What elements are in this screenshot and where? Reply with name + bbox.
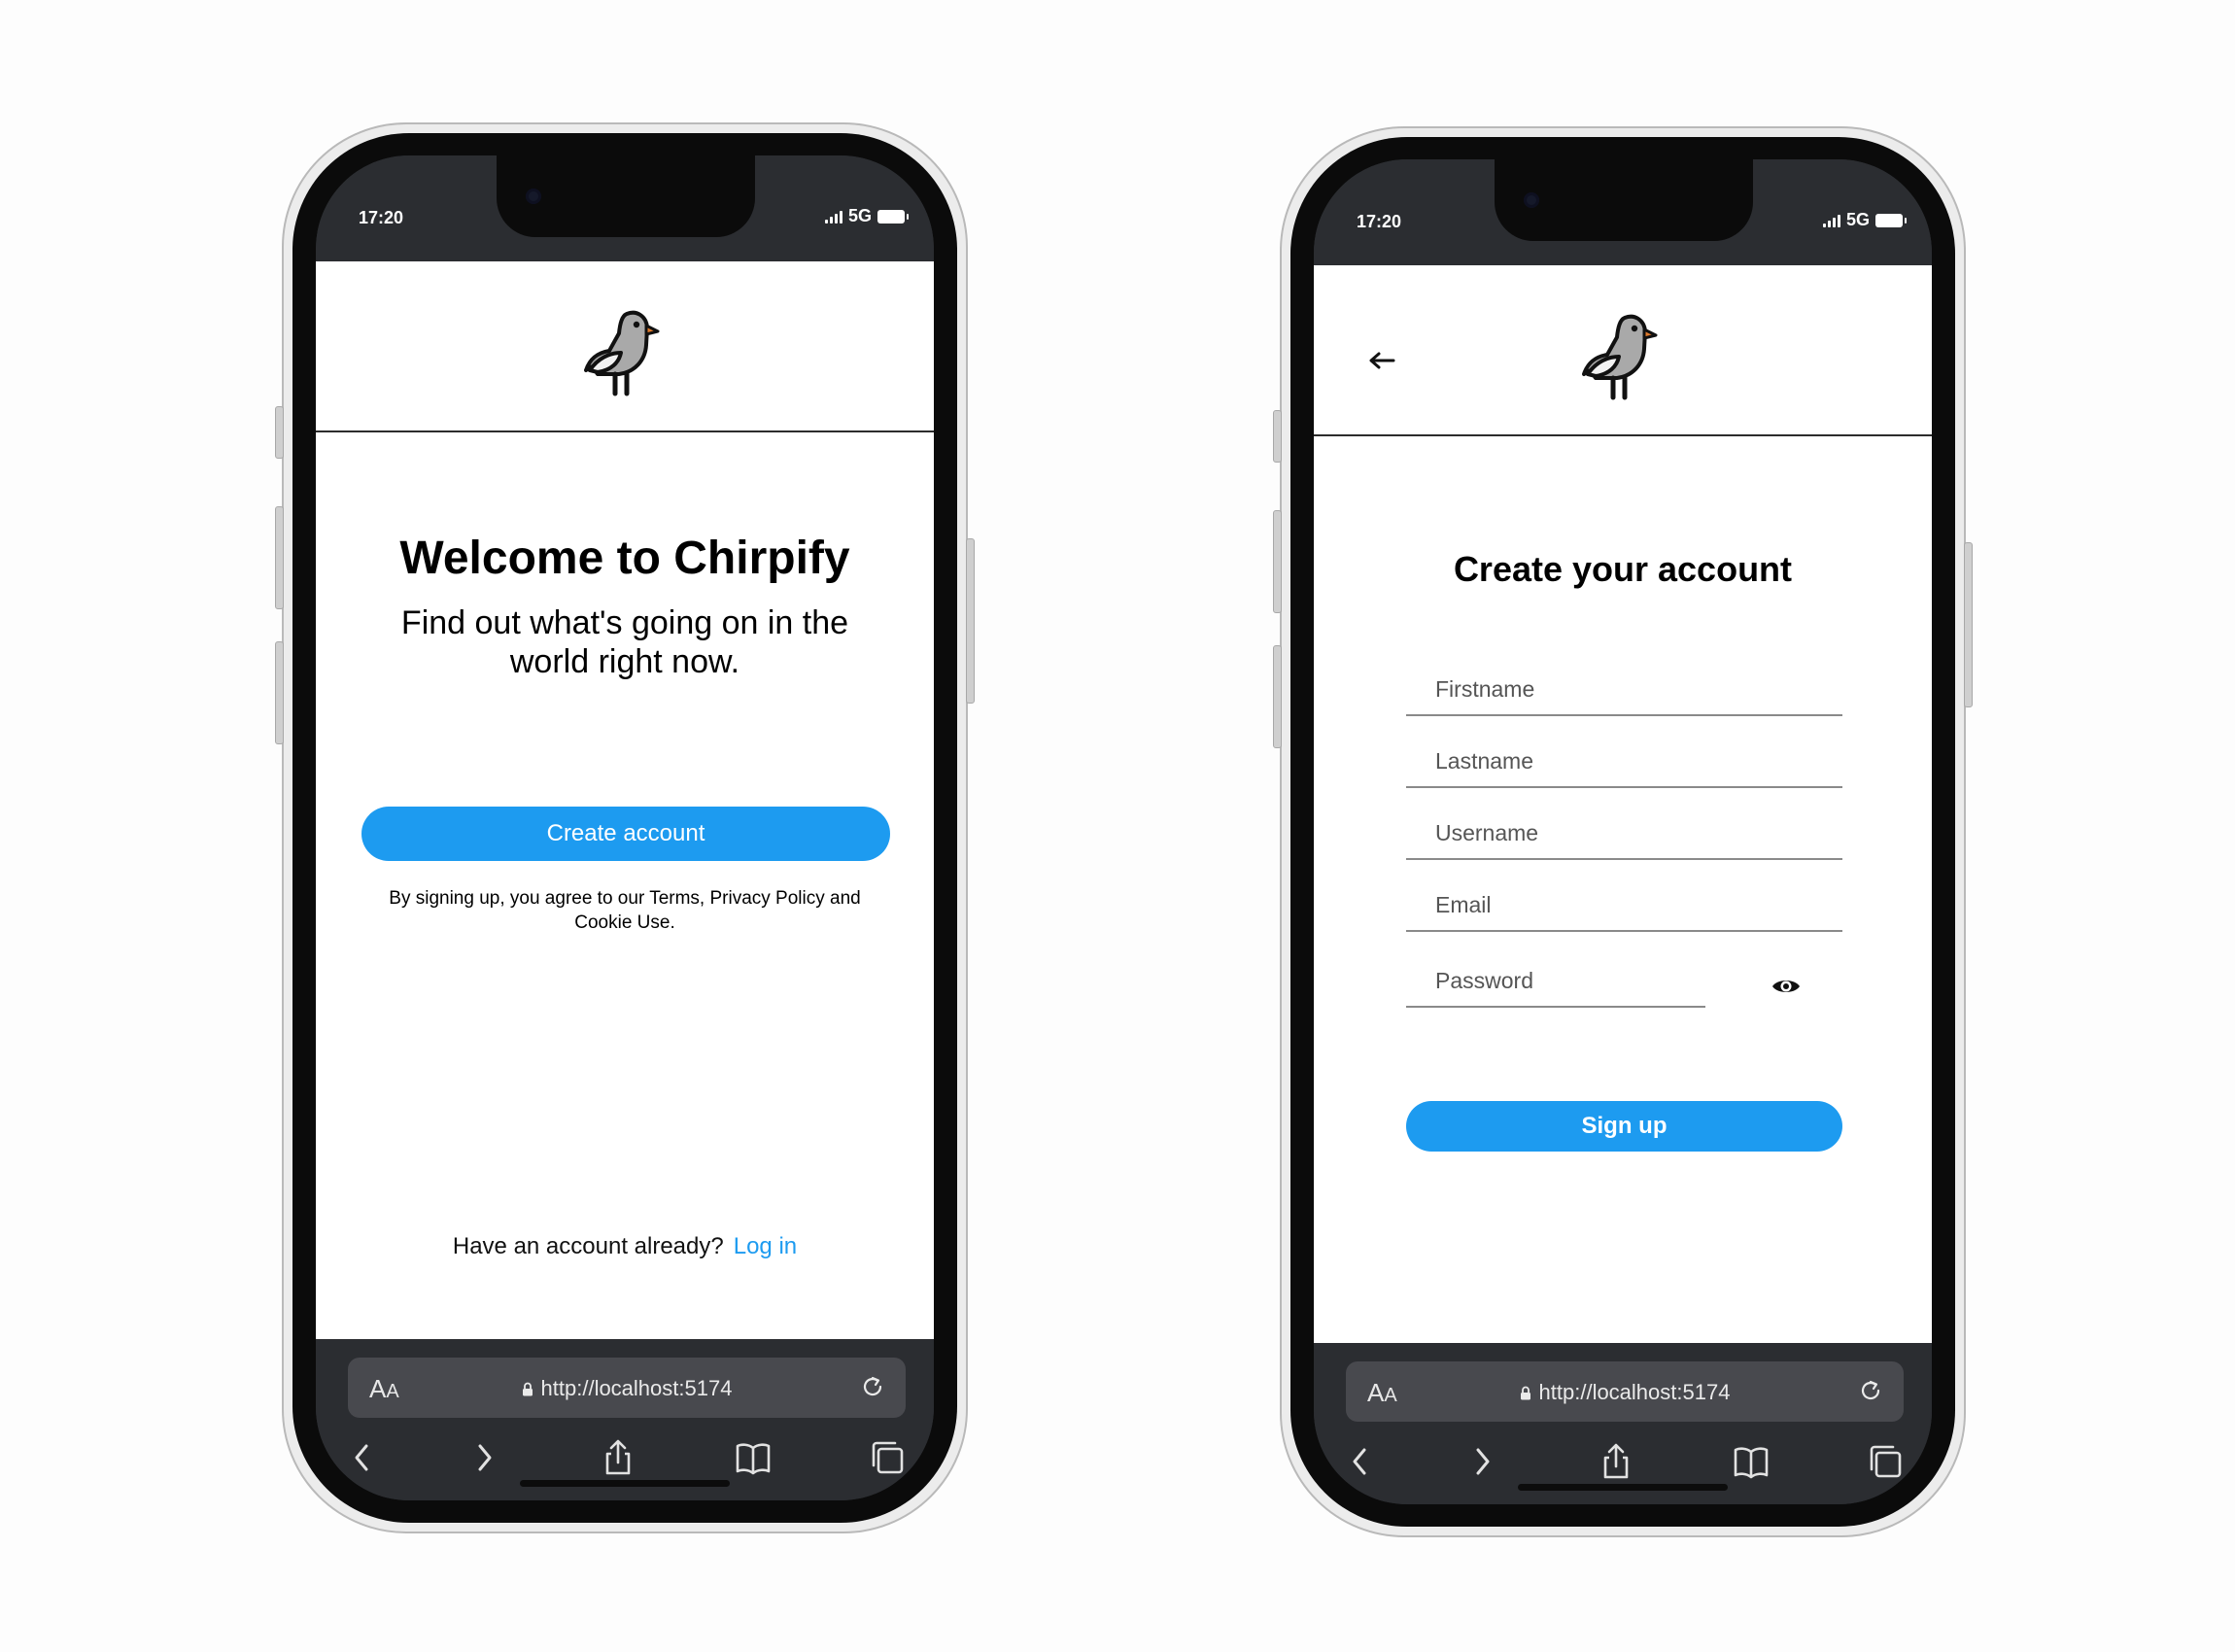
phone-signup: 17:20 5G Create your account Firstname L…: [1273, 126, 1973, 1537]
address-bar[interactable]: AA http://localhost:5174: [1346, 1361, 1904, 1422]
status-indicators: 5G: [824, 206, 909, 226]
status-bar: 17:20 5G: [1314, 159, 1932, 265]
lock-icon: [522, 1382, 533, 1396]
notch: [497, 155, 755, 237]
login-link[interactable]: Log in: [734, 1233, 797, 1259]
battery-icon: [877, 209, 909, 224]
url-text: http://localhost:5174: [1538, 1380, 1731, 1404]
home-indicator: [520, 1480, 730, 1487]
username-input[interactable]: [1406, 808, 1842, 858]
browser-toolbar: [316, 1438, 934, 1477]
home-indicator: [1518, 1484, 1728, 1491]
lastname-input[interactable]: [1406, 736, 1842, 786]
browser-toolbar: [1314, 1442, 1932, 1481]
username-field: [1406, 808, 1842, 860]
power-button: [1964, 542, 1973, 707]
firstname-field: [1406, 664, 1842, 716]
url-display[interactable]: http://localhost:5174: [1346, 1380, 1904, 1405]
phone-screen: 17:20 5G Create your account Firstname L…: [1314, 159, 1932, 1504]
status-time: 17:20: [1357, 212, 1402, 231]
app-header: [1314, 265, 1932, 436]
silent-switch: [1273, 410, 1282, 463]
web-content: Create your account Sign up: [1314, 265, 1932, 1343]
share-icon[interactable]: [1597, 1442, 1635, 1481]
have-account-text: Have an account already?: [452, 1233, 724, 1259]
signal-icon: [824, 210, 842, 224]
address-bar[interactable]: AA http://localhost:5174: [348, 1358, 906, 1418]
page-subtitle: Find out what's going on in the world ri…: [400, 604, 849, 680]
chevron-right-icon[interactable]: [464, 1438, 503, 1477]
page-title: Create your account: [1453, 549, 1793, 589]
tabs-icon[interactable]: [1866, 1442, 1905, 1481]
front-camera: [526, 189, 541, 204]
status-time: 17:20: [359, 208, 404, 227]
terms-notice: By signing up, you agree to our Terms, P…: [389, 888, 861, 933]
network-label: 5G: [847, 206, 872, 225]
signup-button[interactable]: Sign up: [1406, 1101, 1842, 1152]
reload-icon[interactable]: [1857, 1377, 1884, 1404]
chevron-left-icon[interactable]: [343, 1438, 382, 1477]
browser-chrome: AA http://localhost:5174: [1314, 1343, 1932, 1504]
volume-down-button: [1273, 645, 1282, 748]
back-arrow-icon[interactable]: [1368, 351, 1395, 370]
bird-logo-icon: [584, 310, 660, 396]
lastname-field: [1406, 736, 1842, 788]
eye-icon[interactable]: [1771, 977, 1802, 996]
power-button: [966, 538, 975, 704]
battery-icon: [1875, 213, 1907, 227]
bookmarks-icon[interactable]: [1732, 1442, 1771, 1481]
phone-screen: 17:20 5G Welcome to Chirpify Find out wh…: [316, 155, 934, 1500]
phone-welcome: 17:20 5G Welcome to Chirpify Find out wh…: [275, 122, 975, 1533]
network-label: 5G: [1845, 210, 1870, 229]
email-field: [1406, 879, 1842, 932]
tabs-icon[interactable]: [868, 1438, 907, 1477]
app-header: [316, 261, 934, 432]
login-prompt: Have an account already? Log in: [316, 1233, 934, 1260]
front-camera: [1524, 192, 1539, 208]
volume-down-button: [275, 641, 284, 744]
status-bar: 17:20 5G: [316, 155, 934, 261]
url-display[interactable]: http://localhost:5174: [348, 1376, 906, 1401]
create-account-button[interactable]: Create account: [361, 807, 890, 861]
page-title: Welcome to Chirpify: [399, 533, 850, 584]
chevron-right-icon[interactable]: [1462, 1442, 1501, 1481]
password-input[interactable]: [1406, 955, 1705, 1006]
silent-switch: [275, 406, 284, 459]
chevron-left-icon[interactable]: [1341, 1442, 1380, 1481]
share-icon[interactable]: [599, 1438, 637, 1477]
reload-icon[interactable]: [859, 1373, 886, 1400]
browser-chrome: AA http://localhost:5174: [316, 1339, 934, 1500]
signal-icon: [1822, 214, 1840, 227]
bird-logo-icon: [1582, 314, 1658, 400]
password-field: [1406, 955, 1705, 1008]
lock-icon: [1520, 1386, 1530, 1400]
status-indicators: 5G: [1822, 210, 1907, 230]
web-content: Welcome to Chirpify Find out what's goin…: [316, 261, 934, 1339]
email-input[interactable]: [1406, 879, 1842, 930]
firstname-input[interactable]: [1406, 664, 1842, 714]
volume-up-button: [275, 506, 284, 609]
volume-up-button: [1273, 510, 1282, 613]
bookmarks-icon[interactable]: [734, 1438, 773, 1477]
notch: [1495, 159, 1753, 241]
url-text: http://localhost:5174: [540, 1376, 733, 1400]
